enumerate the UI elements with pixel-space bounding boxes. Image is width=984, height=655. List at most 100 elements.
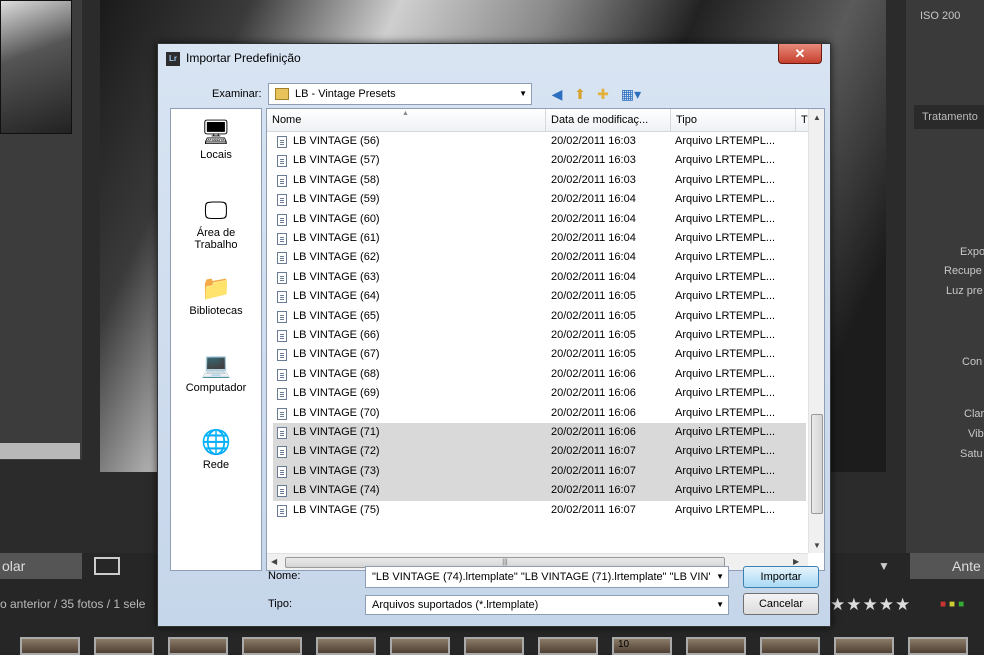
loupe-view-icon[interactable] <box>94 557 120 575</box>
file-row[interactable]: LB VINTAGE (72) 20/02/2011 16:07 Arquivo L… <box>273 442 806 462</box>
lightroom-icon: Lr <box>166 52 180 66</box>
file-row[interactable]: LB VINTAGE (75) 20/02/2011 16:07 Arquivo L… <box>273 501 806 520</box>
up-folder-icon[interactable]: ⬆ <box>571 85 589 103</box>
filmstrip-thumb[interactable] <box>908 637 968 655</box>
filmstrip-thumb[interactable] <box>760 637 820 655</box>
file-name: LB VINTAGE (65) <box>293 309 380 322</box>
left-panel-selected-item[interactable] <box>0 443 80 459</box>
toolbar-dropdown-icon[interactable]: ▼ <box>878 559 890 573</box>
file-row[interactable]: LB VINTAGE (70) 20/02/2011 16:06 Arquivo L… <box>273 404 806 423</box>
filmstrip-thumb[interactable] <box>94 637 154 655</box>
file-row[interactable]: LB VINTAGE (60) 20/02/2011 16:04 Arquivo L… <box>273 210 806 229</box>
file-date: 20/02/2011 16:06 <box>551 387 636 400</box>
examine-label: Examinar: <box>212 88 262 100</box>
filmstrip-status: o anterior / 35 fotos / 1 sele <box>0 597 146 611</box>
template-file-icon <box>277 136 287 148</box>
filename-input[interactable]: "LB VINTAGE (74).lrtemplate" "LB VINTAGE… <box>365 566 729 588</box>
back-icon[interactable]: ◀ <box>548 85 566 103</box>
file-name: LB VINTAGE (64) <box>293 290 380 303</box>
vertical-scrollbar[interactable]: ▲ ▼ <box>808 109 824 553</box>
place-network[interactable]: 🌐 Rede <box>171 429 261 471</box>
place-libraries[interactable]: 📁 Bibliotecas <box>171 275 261 317</box>
close-button[interactable]: ✕ <box>778 44 822 64</box>
view-menu-icon[interactable]: ▦▾ <box>618 85 644 103</box>
file-date: 20/02/2011 16:03 <box>551 173 636 186</box>
new-folder-icon[interactable]: ✚ <box>594 85 612 103</box>
template-file-icon <box>277 465 287 478</box>
filmstrip-thumb[interactable] <box>20 637 80 655</box>
file-type: Arquivo LRTEMPL... <box>675 154 776 167</box>
filmstrip-thumb[interactable] <box>834 637 894 655</box>
file-type: Arquivo LRTEMPL... <box>675 270 776 283</box>
filmstrip-thumb[interactable] <box>168 637 228 655</box>
filetype-select[interactable]: Arquivos suportados (*.lrtemplate) ▼ <box>365 595 729 615</box>
filmstrip-thumb[interactable] <box>316 637 376 655</box>
file-name: LB VINTAGE (59) <box>293 193 380 206</box>
file-row[interactable]: LB VINTAGE (71) 20/02/2011 16:06 Arquivo L… <box>273 423 806 443</box>
file-type: Arquivo LRTEMPL... <box>675 503 776 516</box>
file-row[interactable]: LB VINTAGE (62) 20/02/2011 16:04 Arquivo L… <box>273 248 806 267</box>
place-recent[interactable]: 🖥 Locais <box>171 119 261 161</box>
template-file-icon <box>277 174 287 187</box>
column-date[interactable]: Data de modificaç... <box>546 109 671 131</box>
section-header[interactable]: Tratamento <box>914 105 984 129</box>
file-row[interactable]: LB VINTAGE (66) 20/02/2011 16:05 Arquivo L… <box>273 326 806 345</box>
left-panel-button[interactable]: olar <box>0 553 82 579</box>
panel-label: Satu <box>960 448 983 460</box>
file-date: 20/02/2011 16:04 <box>551 212 636 225</box>
file-row[interactable]: LB VINTAGE (57) 20/02/2011 16:03 Arquivo L… <box>273 151 806 170</box>
file-type: Arquivo LRTEMPL... <box>675 367 776 380</box>
file-row[interactable]: LB VINTAGE (64) 20/02/2011 16:05 Arquivo L… <box>273 287 806 306</box>
place-computer[interactable]: 💻 Computador <box>171 352 261 394</box>
file-type: Arquivo LRTEMPL... <box>675 426 776 438</box>
file-row[interactable]: LB VINTAGE (56) 20/02/2011 16:03 Arquivo L… <box>273 132 806 151</box>
file-date: 20/02/2011 16:05 <box>551 329 636 341</box>
file-name: LB VINTAGE (71) <box>293 426 380 438</box>
column-type[interactable]: Tipo <box>671 109 796 131</box>
rating-stars[interactable]: ★★★★★ <box>830 595 911 615</box>
import-button[interactable]: Importar <box>743 566 819 588</box>
file-row[interactable]: LB VINTAGE (59) 20/02/2011 16:04 Arquivo L… <box>273 190 806 209</box>
place-label: Computador <box>185 382 247 394</box>
scroll-thumb[interactable] <box>811 414 823 514</box>
file-row[interactable]: LB VINTAGE (69) 20/02/2011 16:06 Arquivo L… <box>273 384 806 403</box>
cancel-button[interactable]: Cancelar <box>743 593 819 615</box>
color-labels[interactable]: ■■■ <box>940 599 967 610</box>
filetype-value: Arquivos suportados (*.lrtemplate) <box>372 599 539 611</box>
file-row[interactable]: LB VINTAGE (74) 20/02/2011 16:07 Arquivo L… <box>273 481 806 501</box>
filmstrip-thumb[interactable] <box>538 637 598 655</box>
template-file-icon <box>277 310 287 323</box>
file-type: Arquivo LRTEMPL... <box>675 290 776 303</box>
file-row[interactable]: LB VINTAGE (61) 20/02/2011 16:04 Arquivo L… <box>273 229 806 248</box>
filmstrip-thumb-badge[interactable]: 10 <box>612 637 672 655</box>
scroll-up-icon[interactable]: ▲ <box>813 113 821 122</box>
filmstrip-thumb[interactable] <box>686 637 746 655</box>
file-row[interactable]: LB VINTAGE (58) 20/02/2011 16:03 Arquivo L… <box>273 171 806 190</box>
file-row[interactable]: LB VINTAGE (65) 20/02/2011 16:05 Arquivo L… <box>273 307 806 326</box>
folder-select[interactable]: LB - Vintage Presets ▼ <box>268 83 532 105</box>
place-label: Área de Trabalho <box>194 227 238 251</box>
file-type: Arquivo LRTEMPL... <box>675 212 776 225</box>
filmstrip-thumb[interactable] <box>390 637 450 655</box>
scroll-right-icon[interactable]: ▶ <box>793 557 799 566</box>
place-label: Bibliotecas <box>189 305 243 317</box>
file-type: Arquivo LRTEMPL... <box>675 232 776 244</box>
scroll-down-icon[interactable]: ▼ <box>813 541 821 550</box>
filmstrip-thumb[interactable] <box>242 637 302 655</box>
sort-arrow-icon: ▲ <box>402 110 409 117</box>
file-row[interactable]: LB VINTAGE (68) 20/02/2011 16:06 Arquivo L… <box>273 365 806 384</box>
file-list: Nome ▲ Data de modificaç... Tipo T LB VI… <box>266 108 825 571</box>
filmstrip-thumb[interactable] <box>464 637 524 655</box>
template-file-icon <box>277 446 287 459</box>
template-file-icon <box>277 213 287 226</box>
file-row[interactable]: LB VINTAGE (67) 20/02/2011 16:05 Arquivo L… <box>273 345 806 364</box>
file-type: Arquivo LRTEMPL... <box>675 445 776 458</box>
folder-icon <box>275 88 289 101</box>
place-desktop[interactable]: 🖵 Área de Trabalho <box>171 197 261 251</box>
file-row[interactable]: LB VINTAGE (73) 20/02/2011 16:07 Arquivo L… <box>273 461 806 482</box>
file-row[interactable]: LB VINTAGE (63) 20/02/2011 16:04 Arquivo L… <box>273 268 806 287</box>
file-type: Arquivo LRTEMPL... <box>675 348 776 361</box>
previous-button[interactable]: Ante <box>910 553 984 579</box>
chevron-down-icon: ▼ <box>716 600 724 609</box>
scroll-left-icon[interactable]: ◀ <box>271 557 277 566</box>
